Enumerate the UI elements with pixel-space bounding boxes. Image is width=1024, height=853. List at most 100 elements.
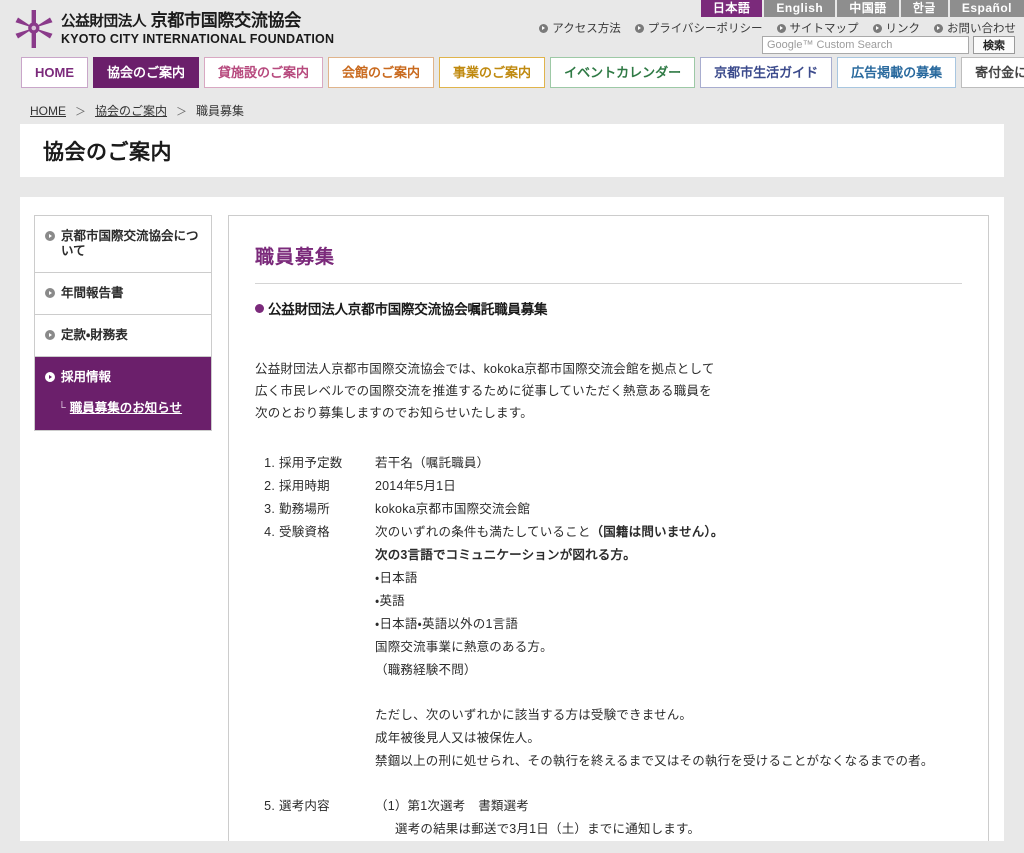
sidebar-item-articles-finance[interactable]: 定款・財務表 bbox=[35, 315, 211, 357]
sidebar-item-recruitment[interactable]: 採用情報 └ 職員募集のお知らせ bbox=[35, 357, 211, 430]
logo-wordmark: 公益財団法人 京都市国際交流協会 KYOTO CITY INTERNATIONA… bbox=[61, 11, 334, 47]
arrow-circle-icon bbox=[45, 372, 55, 382]
qualification-line: （職務経験不問） bbox=[375, 663, 477, 677]
site-header: 公益財団法人 京都市国際交流協会 KYOTO CITY INTERNATIONA… bbox=[0, 0, 1024, 57]
language-button-ko[interactable]: 한글 bbox=[900, 0, 948, 17]
detail-label: 受験資格 bbox=[279, 525, 330, 539]
sidebar-item-articles-finance-label: 定款・財務表 bbox=[61, 328, 128, 342]
article-intro: 公益財団法人京都市国際交流協会では、kokoka京都市国際交流会館を拠点として … bbox=[255, 358, 962, 424]
detail-number: 5. bbox=[264, 799, 275, 813]
language-button-zh[interactable]: 中国語 bbox=[837, 0, 899, 17]
main-content-panel: 京都市国際交流協会について 年間報告書 定款・財務表 採用情報 └ 職員募集のお… bbox=[20, 197, 1004, 841]
utility-link-contact-label: お問い合わせ bbox=[947, 23, 1016, 35]
sidebar-item-recruitment-label: 採用情報 bbox=[61, 370, 112, 384]
detail-number: 3. bbox=[264, 502, 275, 516]
language-switcher: 日本語 English 中国語 한글 Español bbox=[700, 0, 1024, 17]
nav-tab-home[interactable]: HOME bbox=[21, 57, 88, 88]
breadcrumb-current: 職員募集 bbox=[196, 104, 245, 118]
sidebar-item-about-label: 京都市国際交流協会について bbox=[61, 229, 199, 258]
intro-line: 次のとおり募集しますのでお知らせいたします。 bbox=[255, 406, 533, 420]
detail-value: （1）第1次選考 書類選考 bbox=[375, 799, 530, 813]
utility-link-privacy[interactable]: プライバシーポリシー bbox=[634, 20, 763, 36]
language-button-en[interactable]: English bbox=[764, 0, 836, 17]
detail-row-positions: 1. 採用予定数 若干名（嘱託職員） bbox=[255, 452, 962, 475]
nav-tab-advertising[interactable]: 広告掲載の募集 bbox=[837, 57, 957, 88]
sidebar-subitem-job-notice[interactable]: └ 職員募集のお知らせ bbox=[45, 401, 182, 416]
exclusion-line: 禁錮以上の刑に処せられ、その執行を終えるまで又はその執行を受けることがなくなるま… bbox=[375, 754, 934, 768]
nav-tab-about-association[interactable]: 協会のご案内 bbox=[93, 57, 200, 88]
utility-link-privacy-label: プライバシーポリシー bbox=[647, 23, 763, 35]
detail-value: 若干名（嘱託職員） bbox=[375, 456, 490, 470]
nav-tab-living-guide[interactable]: 京都市生活ガイド bbox=[700, 57, 833, 88]
article-subheading-label: 公益財団法人京都市国際交流協会嘱託職員募集 bbox=[268, 302, 548, 317]
exclusion-line: 成年被後見人又は被保佐人。 bbox=[375, 731, 541, 745]
detail-value-plain: 次のいずれの条件も満たしていること bbox=[375, 525, 591, 539]
site-search: 検索 bbox=[762, 36, 1015, 54]
arrow-circle-icon bbox=[45, 231, 55, 241]
selection-subline: 選考の結果は郵送で3月1日（土）までに通知します。 bbox=[395, 822, 701, 836]
detail-label: 勤務場所 bbox=[279, 502, 330, 516]
arrow-circle-icon bbox=[45, 288, 55, 298]
arrow-circle-icon bbox=[45, 330, 55, 340]
breadcrumb-home[interactable]: HOME bbox=[30, 104, 66, 118]
logo-jp-prefix: 公益財団法人 bbox=[61, 14, 147, 30]
detail-label: 選考内容 bbox=[279, 799, 330, 813]
site-logo[interactable]: 公益財団法人 京都市国際交流協会 KYOTO CITY INTERNATIONA… bbox=[14, 9, 334, 49]
sidebar-item-annual-report[interactable]: 年間報告書 bbox=[35, 273, 211, 315]
utility-link-links[interactable]: リンク bbox=[872, 20, 921, 36]
flower-asterisk-logo-icon bbox=[15, 10, 53, 48]
arrow-circle-icon bbox=[539, 23, 549, 33]
utility-link-links-label: リンク bbox=[885, 23, 921, 35]
search-input[interactable] bbox=[762, 36, 969, 54]
main-navigation: HOME 協会のご案内 貸施設のご案内 会館のご案内 事業のご案内 イベントカレ… bbox=[0, 57, 1024, 97]
detail-label: 採用時期 bbox=[279, 479, 330, 493]
qualification-line: ・日本語 bbox=[375, 571, 418, 585]
article-title: 職員募集 bbox=[255, 242, 962, 284]
breadcrumb-separator: ＞ bbox=[176, 105, 188, 118]
logo-jp-main: 京都市国際交流協会 bbox=[150, 11, 302, 30]
utility-link-contact[interactable]: お問い合わせ bbox=[934, 20, 1016, 36]
qualification-line: 次の3言語でコミュニケーションが図れる方。 bbox=[375, 548, 636, 562]
detail-label: 採用予定数 bbox=[279, 456, 343, 470]
logo-english-name: KYOTO CITY INTERNATIONAL FOUNDATION bbox=[61, 32, 335, 46]
language-button-ja[interactable]: 日本語 bbox=[700, 0, 763, 17]
arrow-circle-icon bbox=[934, 23, 943, 33]
nav-tab-hall-guide[interactable]: 会館のご案内 bbox=[328, 57, 435, 88]
detail-number: 4. bbox=[264, 525, 275, 539]
detail-number: 1. bbox=[264, 456, 275, 470]
language-button-es[interactable]: Español bbox=[949, 0, 1024, 17]
search-submit-button[interactable]: 検索 bbox=[973, 36, 1015, 54]
breadcrumb-level2[interactable]: 協会のご案内 bbox=[95, 102, 167, 119]
sidebar-item-recruitment-row: 採用情報 bbox=[45, 370, 111, 385]
utility-links: アクセス方法 プライバシーポリシー サイトマップ リンク お問い合わせ bbox=[539, 20, 1016, 36]
arrow-circle-icon bbox=[872, 23, 882, 33]
detail-row-eligibility: 4. 受験資格 次のいずれの条件も満たしていること（国籍は問いません）。 bbox=[255, 521, 962, 544]
nav-tab-donations[interactable]: 寄付金について bbox=[961, 57, 1024, 88]
selection-subline-wrap: 選考の結果は郵送で3月1日（土）までに通知します。 bbox=[375, 818, 962, 841]
logo-japanese-name: 公益財団法人 京都市国際交流協会 bbox=[61, 11, 334, 32]
breadcrumb: HOME ＞ 協会のご案内 ＞ 職員募集 bbox=[0, 97, 1024, 124]
utility-link-sitemap-label: サイトマップ bbox=[789, 23, 859, 35]
qualification-line: ・日本語・英語以外の1言語 bbox=[375, 617, 519, 631]
intro-line: 公益財団法人京都市国際交流協会では、kokoka京都市国際交流会館を拠点として bbox=[255, 362, 715, 376]
nav-tab-programs[interactable]: 事業のご案内 bbox=[439, 57, 546, 88]
intro-line: 広く市民レベルでの国際交流を推進するために従事していただく熱意ある職員を bbox=[255, 384, 712, 398]
article-subheading: 公益財団法人京都市国際交流協会嘱託職員募集 bbox=[255, 298, 962, 318]
qualification-line: 国際交流事業に熱意のある方。 bbox=[375, 640, 553, 654]
utility-link-access[interactable]: アクセス方法 bbox=[539, 20, 621, 36]
sidebar-item-annual-report-label: 年間報告書 bbox=[61, 286, 124, 300]
utility-link-sitemap[interactable]: サイトマップ bbox=[776, 20, 859, 36]
utility-link-access-label: アクセス方法 bbox=[552, 23, 621, 35]
detail-row-start-date: 2. 採用時期 2014年5月1日 bbox=[255, 475, 962, 498]
sidebar-subitem-job-notice-label: 職員募集のお知らせ bbox=[69, 401, 183, 415]
detail-value: kokoka京都市国際交流会館 bbox=[375, 502, 531, 516]
sidebar-item-about[interactable]: 京都市国際交流協会について bbox=[35, 216, 211, 273]
bullet-dot-icon bbox=[255, 303, 264, 313]
breadcrumb-separator: ＞ bbox=[75, 105, 86, 118]
detail-value: 次のいずれの条件も満たしていること（国籍は問いません）。 bbox=[375, 521, 962, 544]
nav-tab-event-calendar[interactable]: イベントカレンダー bbox=[550, 57, 696, 88]
exclusion-line: ただし、次のいずれかに該当する方は受験できません。 bbox=[375, 708, 693, 722]
nav-tab-rental-facilities[interactable]: 貸施設のご案内 bbox=[204, 57, 324, 88]
tree-branch-icon: └ bbox=[58, 402, 66, 414]
exclusion-lines: ただし、次のいずれかに該当する方は受験できません。 成年被後見人又は被保佐人。 … bbox=[375, 704, 962, 773]
